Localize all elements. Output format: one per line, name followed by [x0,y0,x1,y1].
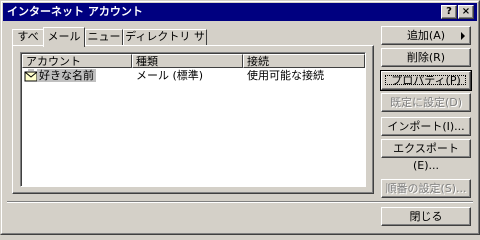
column-header-type[interactable]: 種類 [132,54,243,68]
properties-button-label: プロパティ(P) [391,74,461,87]
close-window-button[interactable]: × [458,5,474,19]
window-title: インターネット アカウント [7,5,143,18]
add-button-label: 追加(A) [406,29,446,42]
set-default-button[interactable]: 既定に設定(D) [381,93,471,112]
column-header-connection[interactable]: 接続 [243,54,365,68]
account-type: メール (標準) [136,69,204,82]
column-header-account[interactable]: アカウント [22,54,132,68]
close-button[interactable]: 閉じる [381,207,471,226]
tab-all[interactable]: すべて [12,29,44,57]
mail-account-icon [24,69,38,82]
separator [7,201,473,203]
export-button[interactable]: エクスポート(E)... [381,139,471,172]
tab-directory-service[interactable]: ディレクトリ サービス [123,29,207,57]
internet-accounts-dialog: インターネット アカウント ? × すべて メール ニュース ディレクトリ サー… [0,0,480,235]
remove-button[interactable]: 削除(R) [381,48,471,67]
submenu-arrow-icon [461,32,465,40]
tab-news[interactable]: ニュース [85,29,123,57]
list-item[interactable]: 好きな名前 メール (標準) 使用可能な接続 [22,68,365,83]
account-list[interactable]: アカウント 種類 接続 好きな名前 メール (標準) 使用可能な接続 [20,52,366,187]
set-order-button[interactable]: 順番の設定(S)... [381,179,471,198]
account-connection: 使用可能な接続 [247,69,324,82]
add-button[interactable]: 追加(A) [381,26,471,45]
import-button[interactable]: インポート(I)... [381,117,471,136]
tab-mail[interactable]: メール [43,27,85,47]
account-name: 好きな名前 [37,69,96,82]
tab-panel-mail: アカウント 種類 接続 好きな名前 メール (標準) 使用可能な接続 [12,45,374,194]
properties-button[interactable]: プロパティ(P) [380,70,472,91]
help-button[interactable]: ? [441,5,457,19]
title-bar[interactable]: インターネット アカウント ? × [3,3,477,21]
list-header: アカウント 種類 接続 [22,54,365,68]
